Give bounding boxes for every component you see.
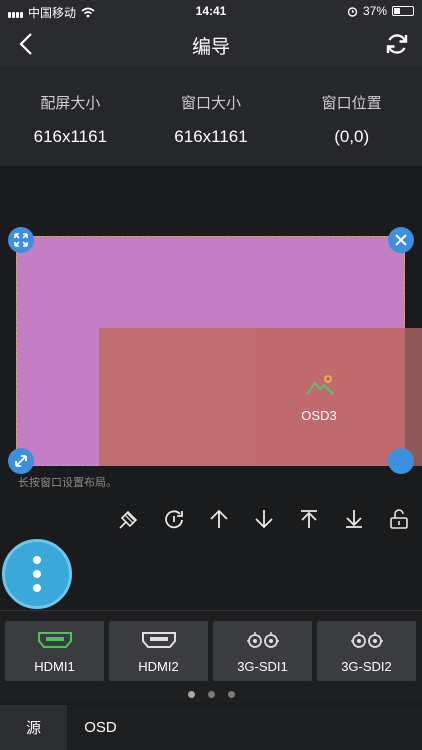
battery-percent: 37% (362, 4, 387, 18)
alarm-icon (347, 6, 358, 17)
move-bottom-button[interactable] (341, 506, 367, 532)
sdi-icon (246, 632, 279, 648)
hdmi-icon (141, 632, 176, 648)
info-value: (0,0) (334, 127, 370, 146)
source-name: 3G-SDI2 (341, 659, 392, 674)
source-name: HDMI2 (138, 659, 179, 674)
unlock-icon (390, 509, 408, 529)
info-label: 窗口位置 (321, 95, 382, 112)
clear-button[interactable] (116, 506, 142, 532)
info-value: 616x1161 (33, 127, 108, 146)
source-name: 3G-SDI1 (237, 659, 288, 674)
maximize-handle[interactable] (8, 227, 34, 253)
info-label: 配屏大小 (40, 95, 101, 112)
loop-button[interactable] (161, 506, 187, 532)
osd-window[interactable]: OSD3 (99, 328, 422, 466)
corner-handle[interactable] (388, 448, 414, 474)
dot-icon (33, 570, 41, 578)
info-value: 616x1161 (174, 127, 248, 146)
dot-icon (33, 584, 41, 592)
hdmi-icon (37, 632, 72, 648)
info-window-position: 窗口位置 (0,0) (281, 66, 422, 166)
window-overflow (405, 328, 422, 466)
move-bottom-icon (346, 510, 362, 528)
unlock-button[interactable] (386, 506, 412, 532)
move-top-icon (301, 510, 317, 528)
move-top-button[interactable] (296, 506, 322, 532)
page-title: 编导 (191, 37, 230, 58)
move-down-icon (255, 510, 273, 529)
layout-canvas[interactable]: OSD3 长按窗口设置布局。 (0, 166, 422, 496)
refresh-button[interactable] (382, 29, 412, 59)
tab-source[interactable]: 源 (0, 705, 67, 750)
sdi-icon (350, 632, 383, 648)
move-down-button[interactable] (251, 506, 277, 532)
bottom-tab-bar: 源 OSD (0, 705, 422, 750)
close-icon (395, 234, 407, 246)
move-up-icon (210, 509, 228, 528)
info-label: 窗口大小 (181, 95, 242, 112)
info-screen-size: 配屏大小 616x1161 (0, 66, 141, 166)
resize-handle[interactable] (8, 448, 34, 474)
move-up-button[interactable] (206, 506, 232, 532)
nav-bar: 编导 (0, 22, 422, 66)
close-handle[interactable] (388, 227, 414, 253)
tab-osd[interactable]: OSD (67, 705, 134, 750)
expand-icon (14, 233, 28, 247)
dot-icon (33, 556, 41, 564)
status-bar: 中国移动 14:41 37% (0, 0, 422, 22)
info-panel: 配屏大小 616x1161 窗口大小 616x1161 窗口位置 (0,0) (0, 66, 422, 166)
window-toolbar (0, 502, 422, 536)
more-menu-button[interactable] (2, 539, 72, 609)
source-hdmi1[interactable]: HDMI1 (5, 621, 104, 681)
source-3g-sdi1[interactable]: 3G-SDI1 (213, 621, 312, 681)
source-name: HDMI1 (34, 659, 75, 674)
window-label: OSD3 (301, 408, 337, 423)
source-list: HDMI1 HDMI2 3G-SDI1 3G-SDI2 (0, 611, 422, 703)
info-window-size: 窗口大小 616x1161 (141, 66, 282, 166)
page-indicator[interactable] (0, 691, 422, 698)
layout-hint: 长按窗口设置布局。 (18, 477, 117, 489)
image-icon (306, 375, 334, 395)
refresh-icon (386, 34, 408, 54)
loop-icon (165, 510, 183, 529)
page-dot-active[interactable] (187, 691, 195, 698)
page-dot[interactable] (227, 691, 235, 698)
battery-icon (392, 6, 414, 16)
clear-icon (119, 510, 138, 529)
resize-diagonal-icon (15, 455, 27, 467)
page-dot[interactable] (207, 691, 215, 698)
source-hdmi2[interactable]: HDMI2 (109, 621, 208, 681)
status-right: 37% (347, 4, 414, 18)
source-3g-sdi2[interactable]: 3G-SDI2 (317, 621, 416, 681)
